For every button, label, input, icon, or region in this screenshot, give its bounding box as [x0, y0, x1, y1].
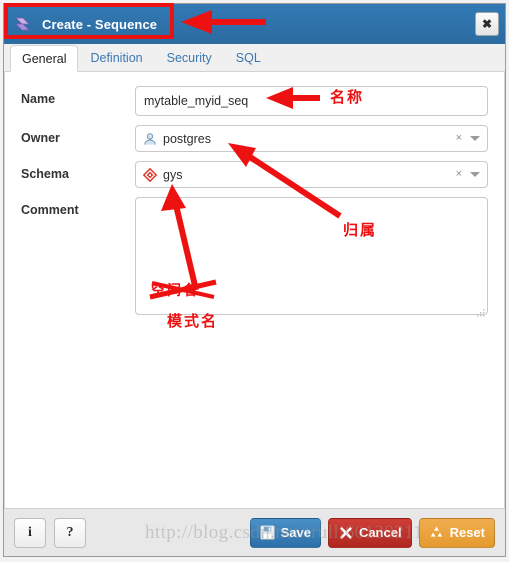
x-mark-icon: [338, 525, 354, 541]
owner-label: Owner: [21, 131, 60, 145]
comment-textarea[interactable]: [135, 197, 488, 315]
help-button[interactable]: ?: [54, 517, 86, 548]
name-input[interactable]: [135, 86, 488, 116]
save-button[interactable]: Save: [249, 517, 321, 548]
screenshot-root: Create - Sequence ✖ General Definition S…: [0, 0, 509, 562]
recycle-icon: [429, 525, 445, 541]
close-icon: ✖: [481, 17, 493, 31]
close-button[interactable]: ✖: [475, 12, 499, 36]
schema-select[interactable]: gys ×: [135, 161, 488, 188]
tab-security[interactable]: Security: [155, 44, 224, 71]
schema-control: gys ×: [135, 161, 488, 188]
name-field-row: Name: [21, 86, 488, 116]
schema-diamond-icon: [143, 167, 157, 182]
tab-general[interactable]: General: [10, 45, 79, 72]
cancel-button-label: Cancel: [358, 525, 402, 540]
owner-clear-button[interactable]: ×: [456, 133, 462, 144]
schema-label: Schema: [21, 167, 69, 181]
tab-definition-label: Definition: [90, 51, 143, 65]
reset-button[interactable]: Reset: [418, 517, 495, 548]
tab-definition[interactable]: Definition: [78, 44, 154, 71]
reset-button-label: Reset: [449, 525, 485, 540]
owner-select[interactable]: postgres ×: [135, 125, 488, 152]
tab-general-label: General: [22, 52, 67, 66]
schema-value: gys: [163, 167, 183, 182]
schema-clear-button[interactable]: ×: [456, 169, 462, 180]
info-button[interactable]: i: [14, 517, 46, 548]
create-sequence-dialog: Create - Sequence ✖ General Definition S…: [3, 3, 506, 557]
save-button-label: Save: [280, 525, 311, 540]
name-label: Name: [21, 92, 56, 106]
dialog-titlebar: Create - Sequence ✖: [4, 4, 505, 44]
info-icon: i: [28, 524, 32, 540]
floppy-disk-icon: [260, 525, 276, 541]
help-icon: ?: [66, 524, 74, 540]
tab-security-label: Security: [166, 51, 212, 65]
cancel-button[interactable]: Cancel: [327, 517, 412, 548]
comment-control: [135, 197, 488, 320]
chevron-down-icon[interactable]: [470, 136, 480, 141]
comment-field-row: Comment: [21, 197, 488, 320]
comment-label: Comment: [21, 203, 79, 217]
owner-value: postgres: [163, 131, 211, 146]
general-tab-panel: Name Owner postgres ×: [4, 72, 505, 508]
dialog-title: Create - Sequence: [42, 16, 158, 32]
schema-field-row: Schema gys ×: [21, 161, 488, 188]
dialog-footer: i ? Save Cancel Reset: [4, 508, 505, 556]
owner-control: postgres ×: [135, 125, 488, 152]
user-icon: [144, 132, 156, 145]
name-control: [135, 86, 488, 116]
tab-sql[interactable]: SQL: [224, 44, 273, 71]
tab-bar: General Definition Security SQL: [4, 44, 505, 72]
tab-sql-label: SQL: [235, 51, 261, 65]
sequence-icon: [15, 17, 30, 31]
owner-field-row: Owner postgres ×: [21, 125, 488, 152]
chevron-down-icon[interactable]: [470, 172, 480, 177]
